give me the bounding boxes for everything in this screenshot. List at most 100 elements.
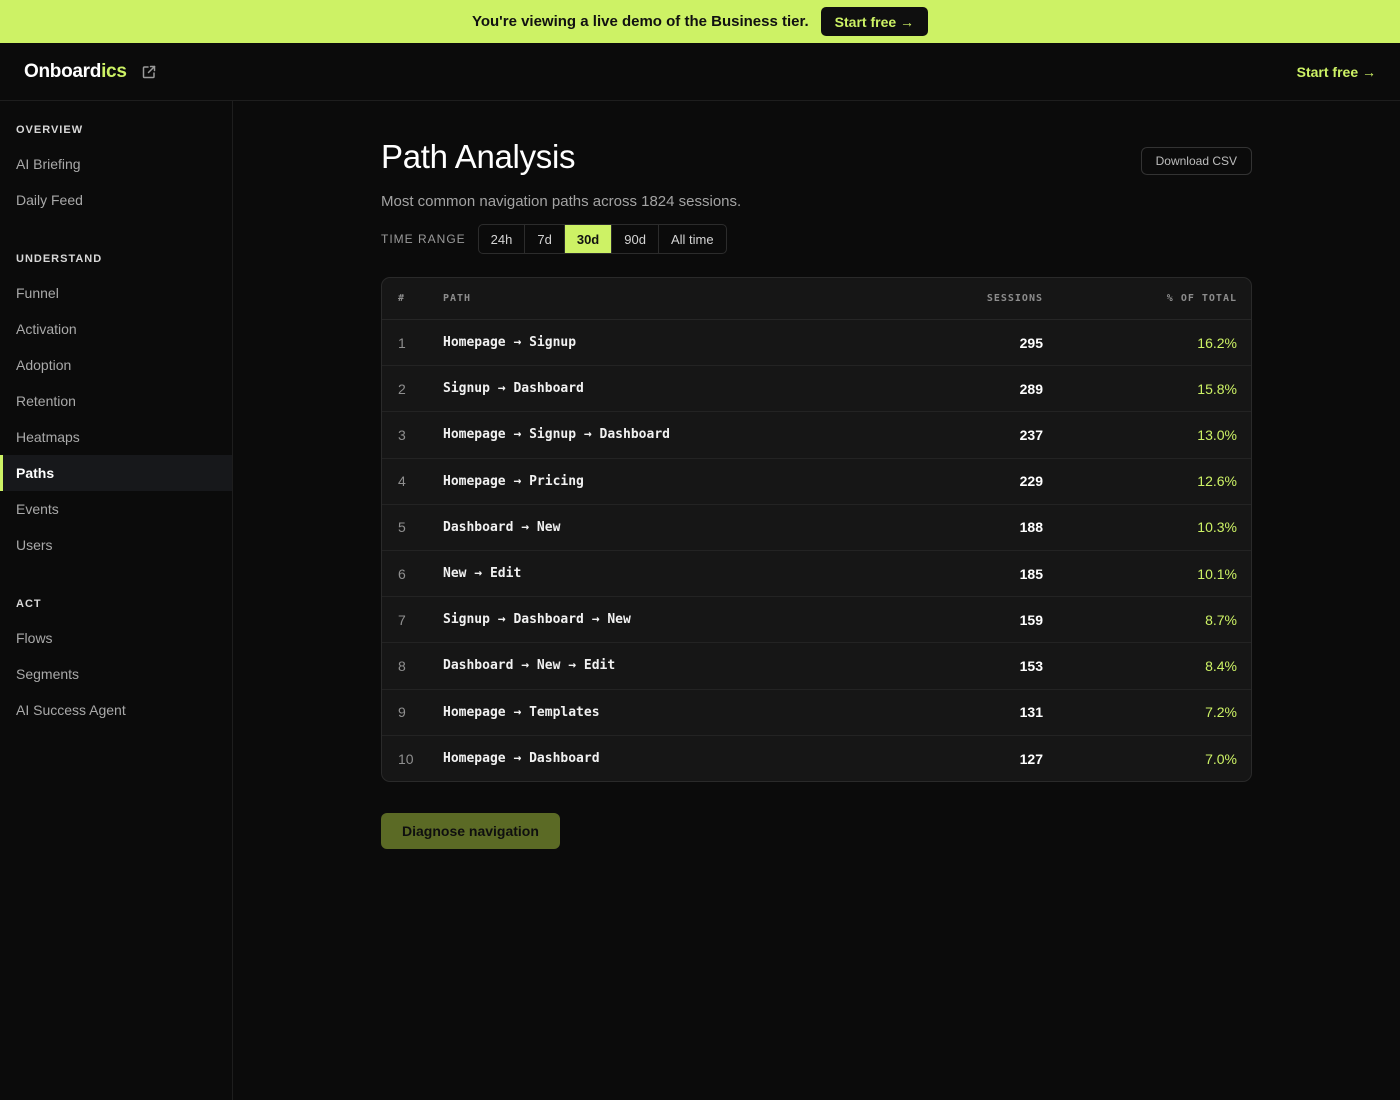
table-row: 4 Homepage → Pricing 229 12.6% (382, 459, 1251, 505)
section-title-understand: UNDERSTAND (16, 253, 103, 265)
header-start-free-link[interactable]: Start free → (1297, 64, 1376, 80)
logo-main: Onboard (24, 60, 102, 82)
rank-cell: 2 (398, 380, 406, 397)
sessions-cell: 229 (1019, 473, 1043, 490)
logo-accent: ics (101, 60, 127, 82)
pct-cell: 10.1% (1197, 565, 1237, 582)
pct-cell: 12.6% (1197, 473, 1237, 490)
time-range-label: TIME RANGE (381, 232, 466, 246)
path-cell: Homepage → Pricing (443, 473, 584, 489)
sidebar-item-retention[interactable]: Retention (0, 383, 232, 419)
sessions-cell: 237 (1019, 426, 1043, 443)
table-row: 1 Homepage → Signup 295 16.2% (382, 320, 1251, 367)
sessions-cell: 159 (1019, 611, 1043, 628)
rank-cell: 8 (398, 657, 406, 674)
sessions-cell: 295 (1019, 334, 1043, 351)
rank-cell: 5 (398, 519, 406, 536)
table-header: # PATH SESSIONS % OF TOTAL (382, 278, 1251, 320)
sidebar-item-funnel[interactable]: Funnel (0, 275, 232, 311)
rank-cell: 10 (398, 750, 414, 767)
sidebar-item-adoption[interactable]: Adoption (0, 347, 232, 383)
table-row: 7 Signup → Dashboard → New 159 8.7% (382, 597, 1251, 644)
page-subtitle: Most common navigation paths across 1824… (381, 193, 742, 210)
paths-table: # PATH SESSIONS % OF TOTAL 1 Homepage → S… (381, 277, 1252, 782)
path-cell: New → Edit (443, 566, 522, 582)
sidebar-section-understand: UNDERSTAND Funnel Activation Adoption Re… (0, 252, 232, 563)
banner-start-free-button[interactable]: Start free → (820, 7, 929, 36)
range-option-30d[interactable]: 30d (564, 225, 613, 253)
diagnose-navigation-button[interactable]: Diagnose navigation (381, 813, 560, 849)
sidebar: OVERVIEW AI Briefing Daily Feed UNDERSTA… (0, 101, 233, 1100)
time-range-selector: TIME RANGE 24h 7d 30d 90d All time (381, 224, 727, 254)
table-row: 9 Homepage → Templates 131 7.2% (382, 690, 1251, 736)
pct-cell: 10.3% (1197, 519, 1237, 536)
sidebar-section-act: ACT Flows Segments AI Success Agent (0, 597, 232, 728)
sidebar-item-segments[interactable]: Segments (0, 656, 232, 692)
range-option-90d[interactable]: 90d (612, 225, 659, 253)
title-row: Path Analysis Download CSV (381, 101, 1252, 201)
rank-cell: 3 (398, 426, 406, 443)
table-row: 5 Dashboard → New 188 10.3% (382, 505, 1251, 551)
app-header: Onboardics Start free → (0, 43, 1400, 101)
header-rank: # (398, 293, 406, 304)
pct-cell: 15.8% (1197, 380, 1237, 397)
sidebar-section-overview: OVERVIEW AI Briefing Daily Feed (0, 123, 232, 218)
path-cell: Dashboard → New → Edit (443, 658, 616, 674)
table-row: 10 Homepage → Dashboard 127 7.0% (382, 736, 1251, 781)
path-cell: Homepage → Signup (443, 335, 577, 351)
header-sessions: SESSIONS (986, 293, 1043, 304)
brand: Onboardics (24, 61, 157, 83)
path-cell: Homepage → Templates (443, 704, 600, 720)
path-cell: Dashboard → New (443, 519, 561, 535)
sidebar-item-heatmaps[interactable]: Heatmaps (0, 419, 232, 455)
table-row: 3 Homepage → Signup → Dashboard 237 13.0% (382, 412, 1251, 459)
path-cell: Homepage → Dashboard (443, 751, 600, 767)
rank-cell: 7 (398, 611, 406, 628)
rank-cell: 1 (398, 334, 406, 351)
download-csv-button[interactable]: Download CSV (1140, 147, 1252, 175)
path-cell: Signup → Dashboard → New (443, 612, 631, 628)
demo-banner: You're viewing a live demo of the Busine… (0, 0, 1400, 43)
pct-cell: 13.0% (1197, 426, 1237, 443)
rank-cell: 4 (398, 473, 406, 490)
time-range-options: 24h 7d 30d 90d All time (477, 224, 727, 254)
pct-cell: 8.4% (1205, 657, 1237, 674)
sessions-cell: 289 (1019, 380, 1043, 397)
section-title-overview: OVERVIEW (16, 124, 84, 136)
table-row: 2 Signup → Dashboard 289 15.8% (382, 366, 1251, 413)
sidebar-item-events[interactable]: Events (0, 491, 232, 527)
sidebar-item-users[interactable]: Users (0, 527, 232, 563)
range-option-7d[interactable]: 7d (525, 225, 565, 253)
sessions-cell: 153 (1019, 657, 1043, 674)
sessions-cell: 188 (1019, 519, 1043, 536)
header-pct-of-total: % OF TOTAL (1166, 293, 1237, 304)
rank-cell: 6 (398, 565, 406, 582)
sessions-cell: 131 (1019, 704, 1043, 721)
main-content: Path Analysis Download CSV Most common n… (381, 101, 1252, 849)
banner-text: You're viewing a live demo of the Busine… (471, 13, 809, 30)
pct-cell: 7.0% (1205, 750, 1237, 767)
logo[interactable]: Onboardics (24, 61, 127, 83)
path-cell: Signup → Dashboard (443, 381, 584, 397)
sessions-cell: 185 (1019, 565, 1043, 582)
header-path: PATH (443, 293, 472, 304)
pct-cell: 8.7% (1205, 611, 1237, 628)
sidebar-item-daily-feed[interactable]: Daily Feed (0, 182, 232, 218)
range-option-24h[interactable]: 24h (479, 225, 526, 253)
sessions-cell: 127 (1019, 750, 1043, 767)
path-cell: Homepage → Signup → Dashboard (443, 427, 670, 443)
pct-cell: 16.2% (1197, 334, 1237, 351)
table-row: 6 New → Edit 185 10.1% (382, 551, 1251, 598)
range-option-all-time[interactable]: All time (659, 225, 726, 253)
table-body: 1 Homepage → Signup 295 16.2% 2 Signup → Dash… (382, 320, 1251, 781)
sidebar-item-flows[interactable]: Flows (0, 620, 232, 656)
sidebar-item-activation[interactable]: Activation (0, 311, 232, 347)
external-link-icon[interactable] (141, 64, 157, 80)
sidebar-item-paths[interactable]: Paths (0, 455, 232, 491)
rank-cell: 9 (398, 704, 406, 721)
table-row: 8 Dashboard → New → Edit 153 8.4% (382, 643, 1251, 690)
sidebar-item-ai-briefing[interactable]: AI Briefing (0, 146, 232, 182)
sidebar-item-ai-success-agent[interactable]: AI Success Agent (0, 692, 232, 728)
page-title: Path Analysis (381, 138, 576, 175)
section-title-act: ACT (16, 598, 42, 610)
